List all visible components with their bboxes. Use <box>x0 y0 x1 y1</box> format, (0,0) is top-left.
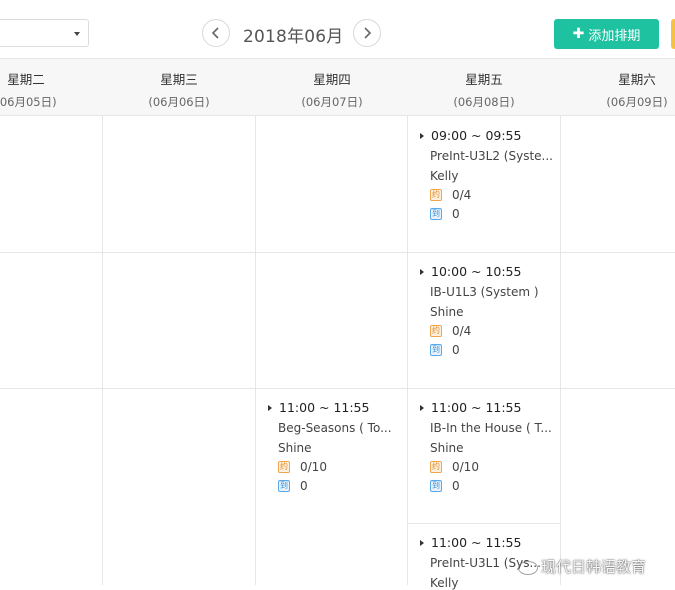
caret-right-icon <box>420 539 424 546</box>
add-schedule-label: 添加排期 <box>588 28 641 44</box>
day-header-thu: 星期四 (06月07日) <box>256 59 408 117</box>
attended-count: 0 <box>452 343 460 357</box>
event-teacher: Shine <box>430 305 464 319</box>
next-month-button[interactable] <box>353 19 381 47</box>
attended-count: 0 <box>300 479 308 493</box>
plus-icon: ✚ <box>572 26 585 42</box>
schedule-event[interactable]: 11:00 ~ 11:55 IB-In the House ( T... Shi… <box>420 400 552 493</box>
event-time: 10:00 ~ 10:55 <box>431 264 522 279</box>
caret-right-icon <box>420 268 424 275</box>
date-label: (06月06日) <box>148 95 210 109</box>
booked-count: 0/10 <box>452 460 479 474</box>
date-label: (06月07日) <box>301 95 363 109</box>
event-course: IB-In the House ( T... <box>430 421 552 435</box>
chevron-right-icon <box>364 27 372 39</box>
grid-divider <box>0 252 675 253</box>
filter-select[interactable] <box>0 19 89 47</box>
week-header: 星期二 (06月05日) 星期三 (06月06日) 星期四 (06月07日) 星… <box>0 58 675 116</box>
schedule-event[interactable]: 09:00 ~ 09:55 PreInt-U3L2 (Syste... Kell… <box>420 128 553 221</box>
booked-badge-icon: 约 <box>430 325 442 337</box>
attended-badge-icon: 到 <box>430 344 442 356</box>
event-teacher: Kelly <box>430 169 459 183</box>
attended-badge-icon: 到 <box>430 208 442 220</box>
grid-divider <box>408 523 560 524</box>
caret-right-icon <box>420 404 424 411</box>
booked-count: 0/10 <box>300 460 327 474</box>
schedule-event[interactable]: 10:00 ~ 10:55 IB-U1L3 (System ) Shine 约0… <box>420 264 539 357</box>
attended-count: 0 <box>452 207 460 221</box>
booked-badge-icon: 约 <box>278 461 290 473</box>
weekday-label: 星期二 <box>7 72 45 87</box>
booked-badge-icon: 约 <box>430 461 442 473</box>
previous-month-button[interactable] <box>202 19 230 47</box>
date-label: (06月05日) <box>0 95 57 109</box>
weekday-label: 星期六 <box>618 72 656 87</box>
day-header-fri: 星期五 (06月08日) <box>408 59 560 117</box>
weekday-label: 星期四 <box>313 72 351 87</box>
weekday-label: 星期五 <box>465 72 503 87</box>
day-header-wed: 星期三 (06月06日) <box>103 59 255 117</box>
date-label: (06月09日) <box>606 95 668 109</box>
grid-divider <box>102 116 103 585</box>
weekday-label: 星期三 <box>160 72 198 87</box>
schedule-grid: 09:00 ~ 09:55 PreInt-U3L2 (Syste... Kell… <box>0 116 675 590</box>
booked-count: 0/4 <box>452 188 472 202</box>
event-teacher: Shine <box>278 441 312 455</box>
event-time: 11:00 ~ 11:55 <box>431 400 522 415</box>
chevron-down-icon <box>74 32 80 36</box>
day-header-tue: 星期二 (06月05日) <box>0 59 102 117</box>
date-label: (06月08日) <box>453 95 515 109</box>
caret-right-icon <box>268 404 272 411</box>
event-time: 09:00 ~ 09:55 <box>431 128 522 143</box>
event-course: Beg-Seasons ( To... <box>278 421 392 435</box>
booked-badge-icon: 约 <box>430 189 442 201</box>
weibo-logo-icon <box>518 560 538 575</box>
booked-count: 0/4 <box>452 324 472 338</box>
event-time: 11:00 ~ 11:55 <box>431 535 522 550</box>
add-schedule-button[interactable]: ✚ 添加排期 <box>554 19 659 49</box>
event-course: IB-U1L3 (System ) <box>430 285 539 299</box>
day-header-sat: 星期六 (06月09日) <box>561 59 675 117</box>
grid-divider <box>255 116 256 585</box>
current-month-label: 2018年06月 <box>243 27 344 47</box>
schedule-event[interactable]: 11:00 ~ 11:55 Beg-Seasons ( To... Shine … <box>268 400 392 493</box>
watermark: 现代日韩语教育 <box>518 556 646 577</box>
secondary-button-edge[interactable] <box>671 19 675 49</box>
attended-count: 0 <box>452 479 460 493</box>
event-course: PreInt-U3L2 (Syste... <box>430 149 553 163</box>
watermark-text: 现代日韩语教育 <box>541 558 647 576</box>
top-toolbar: 2018年06月 ✚ 添加排期 <box>0 0 675 58</box>
attended-badge-icon: 到 <box>430 480 442 492</box>
attended-badge-icon: 到 <box>278 480 290 492</box>
grid-divider <box>407 116 408 585</box>
grid-divider <box>0 388 675 389</box>
event-teacher: Kelly <box>430 576 459 590</box>
caret-right-icon <box>420 132 424 139</box>
event-time: 11:00 ~ 11:55 <box>279 400 370 415</box>
event-teacher: Shine <box>430 441 464 455</box>
grid-divider <box>560 116 561 585</box>
chevron-left-icon <box>211 27 219 39</box>
